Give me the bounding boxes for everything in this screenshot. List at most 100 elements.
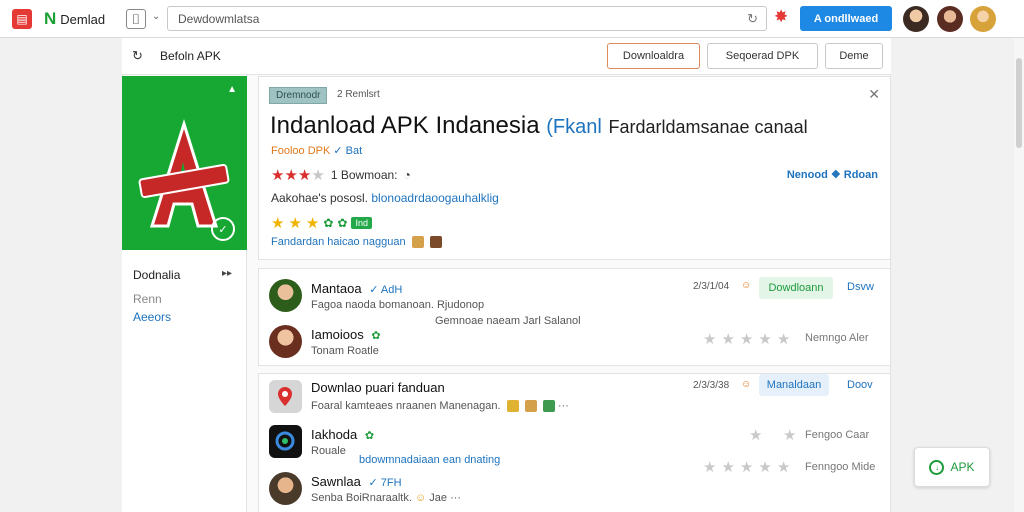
emoji-icon: ☺ (741, 280, 752, 291)
review-center-text: Gemnoae naeam Jarl Salanol (435, 315, 581, 327)
side-nav-item-renn[interactable]: Renn (133, 292, 162, 306)
reload-icon[interactable]: ↻ (747, 11, 758, 27)
download-circle-icon: ↓ (929, 459, 945, 475)
refresh-icon[interactable]: ↻ (132, 48, 143, 64)
review-time: 2/3/3/38 (693, 380, 730, 391)
star-icon: ★ (703, 331, 717, 348)
review-subtitle: Rouale (311, 445, 346, 457)
brand-logo[interactable]: N Demlad (44, 9, 105, 29)
leaf-icon: ✿ (323, 216, 334, 230)
download-cta-button[interactable]: A ondllwaed (800, 6, 892, 31)
app-details-card: Dremnodr 2 Remlsrt ✕ Indanload APK Indan… (258, 76, 891, 260)
avatar[interactable] (937, 6, 963, 32)
review-list: Downlao puari fanduan Foaral kamteaes nr… (258, 373, 891, 512)
rating-text: 1 Bowmoan: (330, 168, 398, 182)
chevron-down-icon[interactable]: ⌄ (152, 11, 160, 22)
description-link[interactable]: blonoadrdaoogauhalklig (371, 191, 498, 205)
search-text: Dewdowmlatsa (178, 12, 260, 26)
star-icon: ★ (271, 215, 285, 232)
verified-icon: ✿ (364, 430, 375, 442)
star-icon: ★ (284, 167, 298, 184)
chevron-right-icon[interactable]: ▸▸ (222, 268, 232, 279)
floating-apk-button[interactable]: ↓ APK (914, 447, 990, 487)
tab-icon[interactable]: ⌷ (126, 9, 146, 29)
verified-icon: ✿ (371, 330, 381, 342)
review-author-name: Mantaoa (311, 281, 362, 296)
review-manage-button[interactable]: Manaldaan (759, 374, 829, 396)
sub-header: ↻ Befoln APK Downloaldra Seqoerad DPK De… (122, 38, 891, 75)
brand-name: Demlad (60, 11, 106, 27)
avatar[interactable] (970, 6, 996, 32)
avatar[interactable] (269, 472, 302, 505)
review-right-text: Fenngoo Mide (805, 461, 876, 473)
emoji-icon (506, 400, 519, 413)
side-nav: Dodnalia ▸▸ Renn Aeeors (122, 250, 247, 512)
review-title[interactable]: Downlao puari fanduan (311, 380, 445, 395)
review-time: 2/3/1/04 (693, 281, 730, 292)
star-icon: ★ (758, 331, 772, 348)
report-link[interactable]: Nenood ❖ Rdoan (787, 168, 878, 181)
star-rating[interactable]: ★ (783, 426, 796, 444)
search-input[interactable]: Dewdowmlatsa ↻ (167, 6, 767, 31)
review-author[interactable]: Mantaoa ✓ AdH (311, 281, 402, 296)
developer-name: Fooloo DPK (271, 145, 331, 157)
scrollbar-thumb[interactable] (1016, 58, 1022, 148)
review-version: AdH (380, 284, 403, 296)
avatar[interactable] (269, 325, 302, 358)
star-icon: ★ (739, 331, 754, 348)
review-download-button[interactable]: Dowdloann (759, 277, 833, 299)
review-author[interactable]: Iamoioos ✿ (311, 327, 381, 342)
avatar[interactable] (903, 6, 929, 32)
more-icon[interactable]: ··· (450, 492, 461, 504)
features-line[interactable]: Fandardan haicao nagguan (271, 236, 442, 249)
notification-icon[interactable]: ✸ (774, 7, 788, 27)
side-nav-item-aeeors[interactable]: Aeeors (133, 310, 171, 324)
side-nav-item-details[interactable]: Dodnalia (133, 268, 180, 282)
star-icon: ★ (739, 459, 754, 476)
emoji-icon (411, 236, 424, 249)
app-title-blue: (Fkanl (546, 116, 602, 138)
supported-button[interactable]: Seqoerad DPK (707, 43, 818, 69)
developer-extra: ✓ Bat (333, 145, 363, 157)
review-view-link[interactable]: Dsvw (847, 281, 874, 293)
app-title-main: Indanload APK Indanesia (270, 112, 540, 139)
review-author-name: Iakhoda (311, 427, 358, 442)
app-thumb[interactable] (269, 425, 302, 458)
star-rating[interactable]: ★ (749, 426, 762, 444)
floating-apk-label: APK (950, 460, 975, 474)
star-icon: ★ (721, 331, 735, 348)
more-icon[interactable]: ··· (558, 400, 569, 412)
review-subtitle-text: Senba BoiRnaraaltk. (311, 492, 412, 504)
review-center-text[interactable]: bdowmnadaiaan ean dnating (359, 454, 500, 466)
category-tag[interactable]: Dremnodr (269, 87, 328, 104)
star-icon: ★ (311, 167, 325, 184)
download-button[interactable]: Downloaldra (607, 43, 700, 69)
review-subtitle: Foaral kamteaes nraanen Manenagan. ··· (311, 400, 569, 413)
avatar[interactable] (269, 279, 302, 312)
review-author[interactable]: Iakhoda ✿ (311, 427, 374, 442)
star-icon: ★ (271, 167, 285, 184)
info-icon: ◔ (403, 168, 411, 182)
demo-button[interactable]: Deme (825, 43, 883, 69)
developer-line[interactable]: Fooloo DPK ✓ Bat (271, 144, 362, 157)
review-right-text: Fengoo Caar (805, 429, 870, 441)
demo-button-label: Deme (839, 50, 869, 62)
review-view-link[interactable]: Doov (847, 379, 873, 391)
review-author-name: Iamoioos (311, 327, 364, 342)
supported-button-label: Seqoerad DPK (725, 50, 800, 62)
star-rating[interactable]: ★ ★ ★ ★ ★ (703, 458, 790, 476)
star-icon: ★ (297, 167, 312, 184)
close-icon[interactable]: ✕ (868, 86, 880, 103)
review-author[interactable]: Sawnlaa ✓ 7FH (311, 474, 402, 489)
star-icon: ★ (305, 215, 320, 232)
developer-extra-text: Bat (345, 145, 363, 157)
features-text: Fandardan haicao nagguan (271, 236, 406, 248)
star-icon: ★ (288, 215, 302, 232)
star-rating[interactable]: ★ ★ ★ ★ ★ (703, 330, 790, 348)
menu-icon[interactable]: ▤ (12, 9, 32, 29)
verified-icon: ✓ 7FH (368, 477, 402, 489)
app-thumb[interactable] (269, 380, 302, 413)
star-icon: ★ (783, 427, 797, 444)
review-manage-label: Manaldaan (766, 379, 822, 391)
app-title: Indanload APK Indanesia (Fkanl Fardarlda… (270, 112, 808, 140)
